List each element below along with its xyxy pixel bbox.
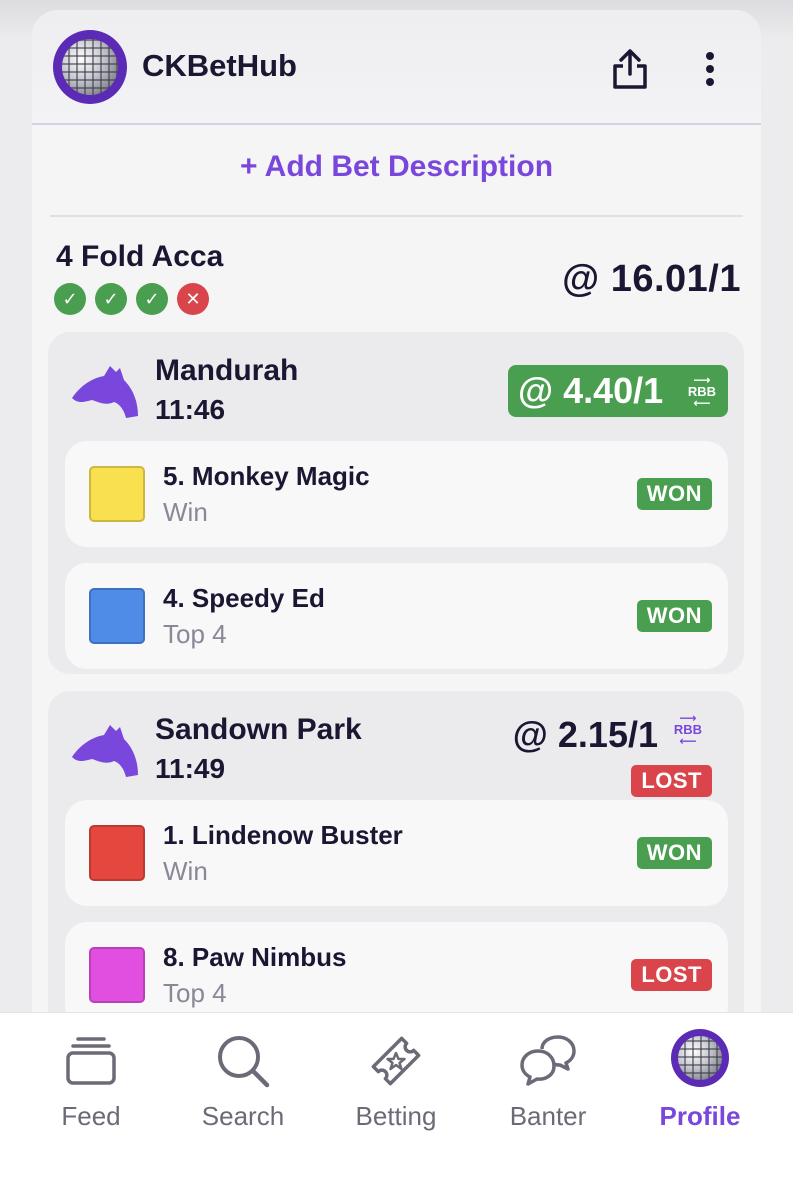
runner-name: 5. Monkey Magic [163,461,370,491]
rbb-icon: ⟶ RBB ⟵ [673,711,702,748]
greyhound-icon [72,366,138,418]
feed-icon [66,1037,116,1085]
bet-type: Win [163,856,208,886]
result-badge: WON [636,478,712,510]
greyhound-icon [72,725,138,777]
tab-search[interactable]: Search [168,1013,318,1163]
share-icon[interactable] [610,48,650,90]
leg-lost-cross-icon: ✕ [177,283,209,315]
screen: CKBetHub + Add Bet Description 4 Fold Ac… [0,0,793,1200]
bet-type: Win [163,497,208,527]
bet-type: Top 4 [163,978,227,1008]
bet-card: CKBetHub + Add Bet Description 4 Fold Ac… [32,10,761,1070]
leg-won-check-icon: ✓ [136,283,168,315]
silk-color-icon [89,466,145,522]
rbb-icon: ⟶ RBB ⟵ [687,372,716,410]
race-result-badge: LOST [631,765,712,797]
tab-label: Profile [659,1101,741,1131]
bet-title: 4 Fold Acca [56,240,224,273]
race-venue: Mandurah [155,354,299,387]
silk-color-icon [89,588,145,644]
runner-name: 1. Lindenow Buster [163,820,403,850]
leg-won-check-icon: ✓ [54,283,86,315]
disco-ball-icon [62,39,118,95]
chat-icon [520,1035,576,1086]
bet-card-header: CKBetHub [32,10,761,125]
bet-odds: @ 16.01/1 [562,258,741,300]
race-card-mandurah: Mandurah 11:46 @ 4.40/1 ⟶ RBB ⟵ 5. Monkey … [48,332,744,674]
tab-label: Feed [61,1101,121,1131]
runner-name: 4. Speedy Ed [163,583,325,613]
tab-profile[interactable]: Profile [625,1013,775,1163]
race-time: 11:49 [155,753,226,784]
runner-row[interactable]: 1. Lindenow Buster Win WON [65,800,728,906]
result-badge: LOST [631,959,712,991]
avatar[interactable] [53,30,127,104]
runner-name: 8. Paw Nimbus [163,942,347,972]
tab-label: Betting [355,1101,437,1131]
bet-type: Top 4 [163,619,227,649]
race-odds: @ 4.40/1 [518,370,664,411]
race-odds: @ 2.15/1 [512,714,658,755]
tab-betting[interactable]: Betting [321,1013,471,1163]
disco-ball-icon [678,1036,722,1080]
race-venue: Sandown Park [155,713,362,746]
tab-banter[interactable]: Banter [473,1013,623,1163]
silk-color-icon [89,947,145,1003]
result-badge: WON [636,837,712,869]
race-odds-badge[interactable]: @ 4.40/1 ⟶ RBB ⟵ [508,365,728,417]
runner-row[interactable]: 4. Speedy Ed Top 4 WON [65,563,728,669]
runner-row[interactable]: 5. Monkey Magic Win WON [65,441,728,547]
tab-label: Banter [509,1101,587,1131]
avatar-icon [671,1029,729,1087]
add-bet-description-button[interactable]: + Add Bet Description [32,150,761,184]
tab-feed[interactable]: Feed [16,1013,166,1163]
bottom-tab-bar: Feed Search Betting Banter Profile [0,1012,793,1200]
silk-color-icon [89,825,145,881]
race-time: 11:46 [155,394,226,425]
result-badge: WON [636,600,712,632]
tab-label: Search [201,1101,285,1131]
more-vertical-icon[interactable] [698,48,722,88]
leg-status-row: ✓ ✓ ✓ ✕ [54,283,209,315]
divider [50,215,743,217]
leg-won-check-icon: ✓ [95,283,127,315]
username[interactable]: CKBetHub [142,48,297,84]
search-icon [218,1036,270,1088]
ticket-icon [371,1036,421,1086]
